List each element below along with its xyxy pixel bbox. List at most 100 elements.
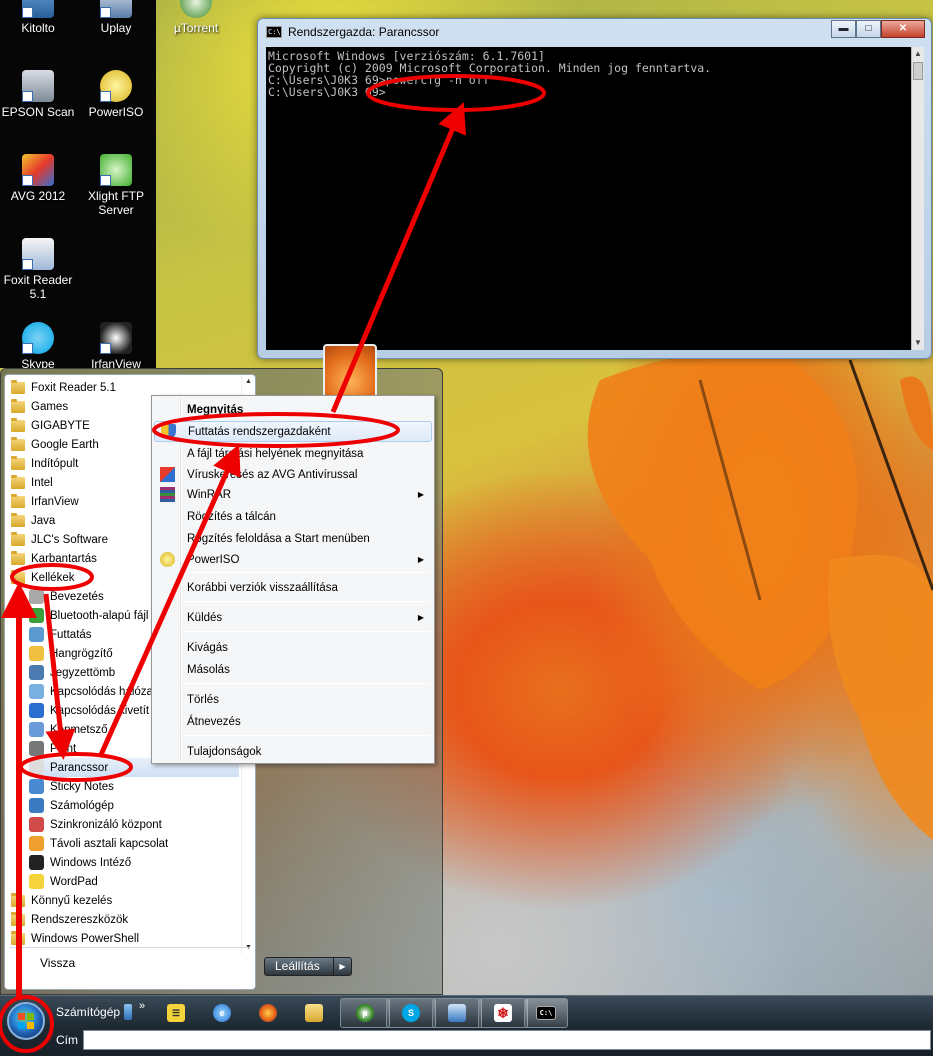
program-item[interactable]: Games [11, 397, 68, 416]
program-item[interactable]: Kellékek [11, 568, 74, 587]
menu-item-restore-previous[interactable]: Korábbi verziók visszaállítása [154, 577, 432, 598]
program-item[interactable]: Paint [29, 739, 76, 758]
scroll-up-icon[interactable]: ▲ [242, 376, 255, 388]
scroll-thumb[interactable] [913, 62, 923, 80]
menu-item-label: Futtatás rendszergazdaként [188, 425, 331, 438]
menu-item-copy[interactable]: Másolás [154, 659, 432, 680]
desktop-icon-xlight-ftp[interactable]: Xlight FTP Server [78, 154, 154, 217]
toolbar-overflow-icon[interactable]: » [139, 1000, 145, 1012]
program-item[interactable]: Jegyzettömb [29, 663, 115, 682]
program-item[interactable]: Képmetsző [29, 720, 108, 739]
console-scrollbar[interactable]: ▲ ▼ [911, 47, 924, 350]
computer-label[interactable]: Számítógép [56, 1005, 120, 1019]
taskbar-skype[interactable]: S [386, 998, 436, 1028]
program-item[interactable]: Futtatás [29, 625, 92, 644]
taskbar-cmd[interactable]: C:\ [524, 998, 568, 1028]
scroll-up-icon[interactable]: ▲ [912, 47, 924, 61]
divider [9, 947, 249, 948]
console-output[interactable]: Microsoft Windows [verziószám: 6.1.7601]… [266, 47, 911, 350]
address-input[interactable] [83, 1030, 931, 1050]
program-label: Parancssor [50, 761, 109, 774]
maximize-button[interactable]: □ [856, 20, 881, 38]
desktop-icon-skype[interactable]: Skype [0, 322, 76, 368]
program-item[interactable]: Foxit Reader 5.1 [11, 378, 116, 397]
menu-item-label: Törlés [187, 693, 219, 706]
program-item[interactable]: Google Earth [11, 435, 99, 454]
taskbar-network[interactable] [432, 998, 482, 1028]
taskbar-utorrent[interactable]: µ [340, 998, 390, 1028]
menu-item-poweriso[interactable]: PowerISO ▶ [154, 549, 432, 570]
menu-item-pin-taskbar[interactable]: Rögzítés a tálcán [154, 506, 432, 527]
desktop-icon-epson-scan[interactable]: EPSON Scan [0, 70, 76, 119]
winrar-icon [160, 487, 175, 502]
poweriso-icon [160, 552, 175, 567]
desktop-icon-avg-2012[interactable]: AVG 2012 [0, 154, 76, 203]
desktop-icon-uplay[interactable]: Uplay [78, 0, 154, 35]
sticky-notes-icon: ☰ [167, 1004, 185, 1022]
back-button[interactable]: Vissza [40, 956, 75, 970]
desktop-icon-utorrent[interactable]: µTorrent [158, 0, 234, 35]
folder-icon [11, 550, 25, 565]
taskbar-notes[interactable]: ☰ [154, 998, 198, 1028]
maple-leaf-icon: ❄ [494, 1004, 512, 1022]
program-item[interactable]: WordPad [29, 872, 98, 891]
scroll-down-icon[interactable]: ▼ [242, 942, 255, 954]
shutdown-button[interactable]: Leállítás ▶ [264, 957, 352, 976]
menu-item-unpin-start[interactable]: Rögzítés feloldása a Start menüben [154, 528, 432, 549]
window-titlebar[interactable]: C:\ Rendszergazda: Parancssor [266, 22, 439, 42]
program-item[interactable]: Kapcsolódás hálóza [29, 682, 153, 701]
desktop-icon-irfanview[interactable]: IrfanView [78, 322, 154, 368]
scroll-down-icon[interactable]: ▼ [912, 336, 924, 350]
program-item[interactable]: Szinkronizáló központ [29, 815, 162, 834]
desktop-icon-poweriso[interactable]: PowerISO [78, 70, 154, 119]
program-item[interactable]: Számológép [29, 796, 114, 815]
program-item[interactable]: Windows PowerShell [11, 929, 139, 948]
folder-icon [11, 398, 25, 413]
program-item[interactable]: Bevezetés [29, 587, 104, 606]
desktop-icon-foxit-reader[interactable]: Foxit Reader 5.1 [0, 238, 76, 301]
shutdown-options-arrow-icon[interactable]: ▶ [333, 958, 351, 975]
menu-item-run-as-admin[interactable]: Futtatás rendszergazdaként [154, 421, 432, 442]
program-item[interactable]: Karbantartás [11, 549, 97, 568]
menu-item-delete[interactable]: Törlés [154, 689, 432, 710]
menu-item-label: Másolás [187, 663, 230, 676]
taskbar-explorer[interactable] [292, 998, 336, 1028]
command-prompt-window[interactable]: C:\ Rendszergazda: Parancssor ▬ □ ✕ Micr… [257, 18, 932, 359]
menu-item-winrar[interactable]: WinRAR ▶ [154, 484, 432, 505]
menu-item-open-location[interactable]: A fájl tárolási helyének megnyitása [154, 443, 432, 464]
program-item[interactable]: Távoli asztali kapcsolat [29, 834, 168, 853]
taskbar-ie[interactable]: e [200, 998, 244, 1028]
program-item[interactable]: JLC's Software [11, 530, 108, 549]
menu-item-properties[interactable]: Tulajdonságok [154, 741, 432, 762]
menu-item-send-to[interactable]: Küldés ▶ [154, 607, 432, 628]
program-item[interactable]: Intel [11, 473, 53, 492]
program-item[interactable]: IrfanView [11, 492, 79, 511]
user-picture[interactable] [323, 344, 377, 398]
taskbar-app[interactable]: ❄ [478, 998, 528, 1028]
program-item[interactable]: Sticky Notes [29, 777, 114, 796]
desktop-icon-label: Skype [21, 357, 55, 368]
program-item[interactable]: Kapcsolódás kivetít [29, 701, 149, 720]
menu-item-avg-scan[interactable]: Víruskeresés az AVG Antivírussal [154, 464, 432, 485]
menu-item-cut[interactable]: Kivágás [154, 637, 432, 658]
program-item[interactable]: Windows Intéző [29, 853, 131, 872]
program-item[interactable]: Bluetooth-alapú fájl [29, 606, 148, 625]
program-item[interactable]: Rendszereszközök [11, 910, 128, 929]
menu-item-rename[interactable]: Átnevezés [154, 711, 432, 732]
desktop-icon-kitolto[interactable]: Kitolto [0, 0, 76, 35]
program-item[interactable]: GIGABYTE [11, 416, 90, 435]
computer-pin-icon[interactable] [124, 1004, 132, 1020]
menu-item-open[interactable]: Megnyitás [154, 399, 432, 420]
program-item[interactable]: Könnyű kezelés [11, 891, 112, 910]
menu-item-label: Tulajdonságok [187, 745, 262, 758]
program-item[interactable]: Hangrögzítő [29, 644, 113, 663]
start-button[interactable] [7, 1002, 45, 1040]
taskbar-firefox[interactable] [246, 998, 290, 1028]
kitolto-icon [22, 0, 54, 18]
minimize-button[interactable]: ▬ [831, 20, 856, 38]
program-item[interactable]: Indítópult [11, 454, 78, 473]
program-item[interactable]: Java [11, 511, 55, 530]
program-icon [29, 684, 44, 699]
close-button[interactable]: ✕ [881, 20, 925, 38]
menu-item-label: Víruskeresés az AVG Antivírussal [187, 468, 358, 481]
